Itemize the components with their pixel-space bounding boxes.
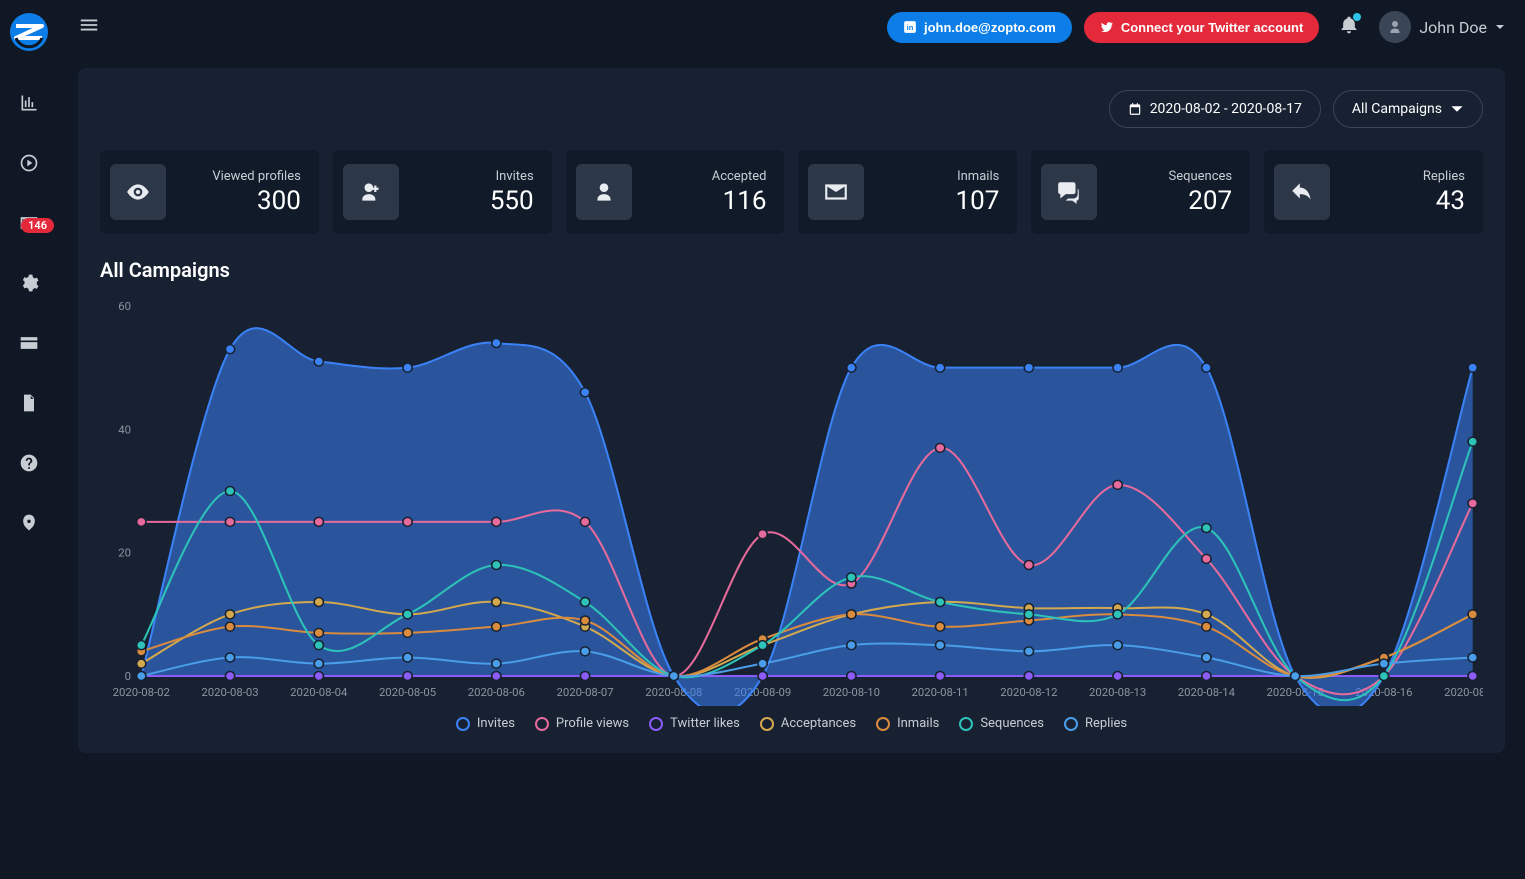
svg-text:20: 20 (118, 547, 131, 560)
stat-card[interactable]: Accepted 116 (566, 150, 785, 234)
svg-text:2020-08-04: 2020-08-04 (290, 686, 348, 699)
svg-text:0: 0 (125, 670, 131, 683)
stat-card[interactable]: Sequences 207 (1031, 150, 1250, 234)
legend-label: Inmails (897, 716, 939, 731)
svg-text:2020-08-07: 2020-08-07 (556, 686, 613, 699)
legend-swatch (649, 717, 663, 731)
legend-label: Twitter likes (670, 716, 740, 731)
legend-item[interactable]: Replies (1064, 716, 1127, 731)
user-plus-icon (343, 164, 399, 220)
svg-text:2020-08-17: 2020-08-17 (1444, 686, 1483, 699)
hamburger-icon[interactable] (78, 14, 100, 40)
chevron-down-icon (1495, 22, 1505, 32)
reply-icon (1274, 164, 1330, 220)
chevron-down-icon (1450, 102, 1464, 116)
bell-icon[interactable] (1339, 15, 1359, 39)
svg-text:2020-08-12: 2020-08-12 (1000, 686, 1057, 699)
legend-swatch (456, 717, 470, 731)
comments-icon (1041, 164, 1097, 220)
date-range-label: 2020-08-02 - 2020-08-17 (1150, 101, 1302, 117)
legend-label: Invites (477, 716, 515, 731)
stat-card[interactable]: Invites 550 (333, 150, 552, 234)
user-icon (576, 164, 632, 220)
twitter-icon (1100, 20, 1114, 34)
stat-value: 300 (178, 186, 301, 216)
stat-value: 550 (411, 186, 534, 216)
legend-item[interactable]: Invites (456, 716, 515, 731)
legend-swatch (1064, 717, 1078, 731)
stat-label: Viewed profiles (178, 169, 301, 184)
stat-value: 43 (1342, 186, 1465, 216)
play-icon[interactable] (10, 144, 48, 182)
stat-value: 107 (876, 186, 999, 216)
dashboard-panel: 2020-08-02 - 2020-08-17 All Campaigns Vi… (78, 68, 1505, 753)
toolbar: 2020-08-02 - 2020-08-17 All Campaigns (100, 90, 1483, 128)
svg-text:2020-08-11: 2020-08-11 (912, 686, 969, 699)
linkedin-icon: in (903, 20, 917, 34)
svg-text:in: in (907, 23, 914, 32)
stats-row: Viewed profiles 300 Invites 550 Accepted… (100, 150, 1483, 234)
logo (9, 12, 49, 52)
stat-label: Inmails (876, 169, 999, 184)
mail-icon[interactable]: 146 (10, 204, 48, 242)
stat-card[interactable]: Replies 43 (1264, 150, 1483, 234)
legend-label: Acceptances (781, 716, 856, 731)
twitter-label: Connect your Twitter account (1121, 20, 1304, 35)
legend-swatch (959, 717, 973, 731)
svg-text:2020-08-03: 2020-08-03 (201, 686, 258, 699)
svg-text:2020-08-02: 2020-08-02 (113, 686, 170, 699)
email-button[interactable]: in john.doe@zopto.com (887, 12, 1072, 43)
svg-text:2020-08-10: 2020-08-10 (823, 686, 880, 699)
chart-title: All Campaigns (100, 258, 1483, 282)
campaign-filter[interactable]: All Campaigns (1333, 90, 1483, 128)
gear-icon[interactable] (10, 264, 48, 302)
svg-text:2020-08-05: 2020-08-05 (379, 686, 436, 699)
legend-swatch (876, 717, 890, 731)
rocket-icon[interactable] (10, 504, 48, 542)
svg-text:2020-08-14: 2020-08-14 (1178, 686, 1236, 699)
legend-label: Sequences (980, 716, 1044, 731)
calendar-icon (1128, 102, 1142, 116)
envelope-icon (808, 164, 864, 220)
legend-item[interactable]: Sequences (959, 716, 1044, 731)
stat-value: 207 (1109, 186, 1232, 216)
twitter-connect-button[interactable]: Connect your Twitter account (1084, 12, 1320, 43)
svg-text:2020-08-06: 2020-08-06 (468, 686, 525, 699)
legend-item[interactable]: Twitter likes (649, 716, 740, 731)
svg-text:2020-08-13: 2020-08-13 (1089, 686, 1146, 699)
eye-icon (110, 164, 166, 220)
file-icon[interactable] (10, 384, 48, 422)
header: in john.doe@zopto.com Connect your Twitt… (58, 0, 1525, 54)
avatar (1379, 11, 1411, 43)
user-name: John Doe (1419, 18, 1487, 37)
legend-item[interactable]: Inmails (876, 716, 939, 731)
svg-text:40: 40 (118, 423, 131, 436)
stat-card[interactable]: Inmails 107 (798, 150, 1017, 234)
stat-label: Accepted (644, 169, 767, 184)
legend-swatch (535, 717, 549, 731)
legend-item[interactable]: Acceptances (760, 716, 856, 731)
stat-label: Sequences (1109, 169, 1232, 184)
stat-label: Replies (1342, 169, 1465, 184)
legend-swatch (760, 717, 774, 731)
svg-text:60: 60 (118, 300, 131, 313)
stat-value: 116 (644, 186, 767, 216)
legend-label: Profile views (556, 716, 629, 731)
user-menu[interactable]: John Doe (1379, 11, 1505, 43)
sidebar: 146 (0, 0, 58, 879)
campaign-filter-label: All Campaigns (1352, 101, 1442, 117)
stat-label: Invites (411, 169, 534, 184)
stat-card[interactable]: Viewed profiles 300 (100, 150, 319, 234)
legend-label: Replies (1085, 716, 1127, 731)
charts-icon[interactable] (10, 84, 48, 122)
date-range-picker[interactable]: 2020-08-02 - 2020-08-17 (1109, 90, 1321, 128)
bell-dot (1353, 13, 1361, 21)
email-label: john.doe@zopto.com (924, 20, 1056, 35)
mail-badge: 146 (21, 218, 54, 233)
legend-item[interactable]: Profile views (535, 716, 629, 731)
help-icon[interactable] (10, 444, 48, 482)
card-icon[interactable] (10, 324, 48, 362)
legend: Invites Profile views Twitter likes Accepta… (100, 716, 1483, 731)
chart: 0 20 40 60 2020-08-02 2020-08-03 2020-08-04 202… (100, 296, 1483, 706)
